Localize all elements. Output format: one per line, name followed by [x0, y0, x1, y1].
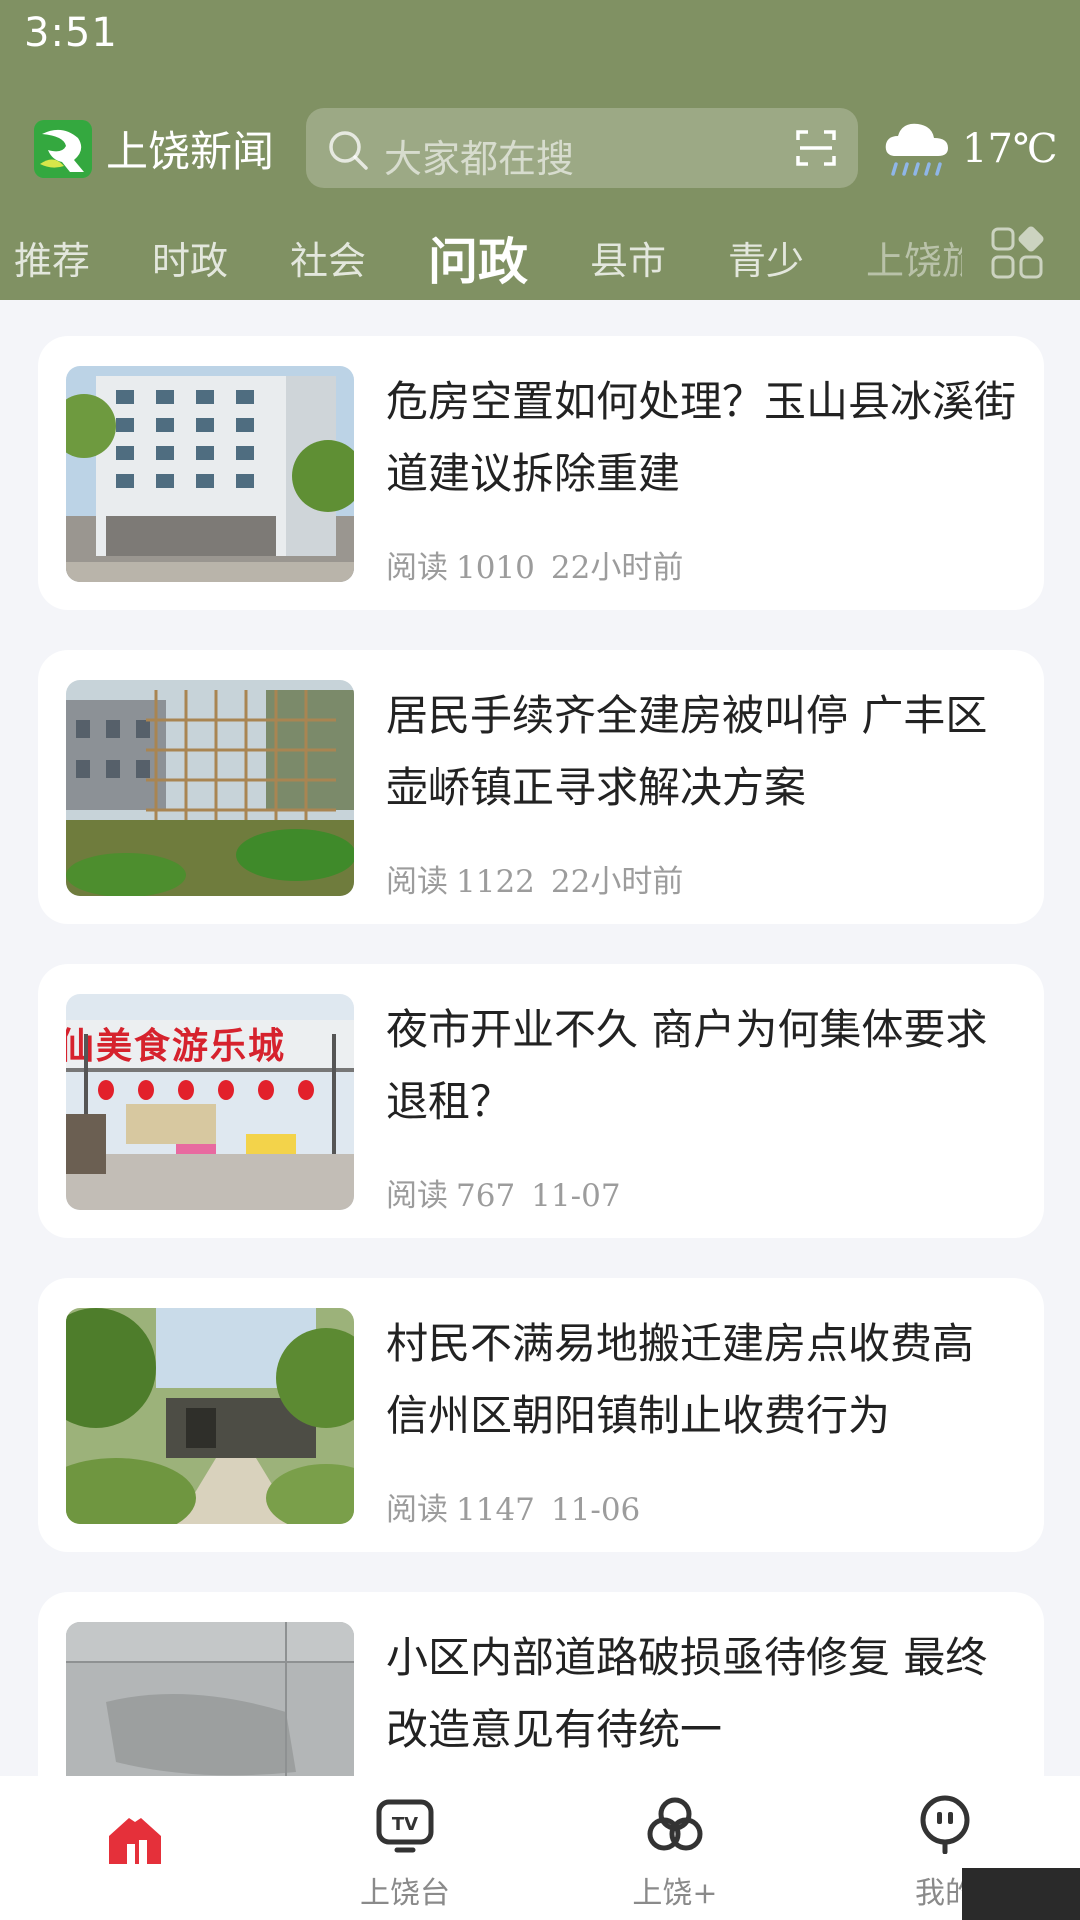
tab-recommend[interactable]: 推荐: [14, 230, 90, 285]
damaged-road-photo: [66, 1622, 354, 1780]
article-card[interactable]: 危房空置如何处理？玉山县冰溪街道建议拆除重建 阅读 1010 22小时前: [38, 336, 1044, 610]
read-label: 阅读: [386, 1178, 448, 1214]
profile-icon: [920, 1795, 970, 1854]
temperature: 17℃: [962, 126, 1058, 172]
app-name: 上饶新闻: [106, 127, 275, 176]
article-meta: 阅读 1122 22小时前: [386, 856, 683, 901]
nav-home[interactable]: [0, 1776, 270, 1920]
tab-youth[interactable]: 青少: [728, 230, 804, 285]
tab-society[interactable]: 社会: [290, 230, 366, 285]
nav-shangrao-plus-label: 上饶+: [632, 1876, 718, 1911]
article-card[interactable]: 仙美食游乐城 夜市开业不久 商户为何集体要求退租？ 阅读 767 11-07: [38, 964, 1044, 1238]
svg-text:TV: TV: [392, 1814, 418, 1835]
read-label: 阅读: [386, 550, 448, 586]
tab-wenzheng[interactable]: 问政: [428, 222, 528, 294]
channel-grid-icon[interactable]: [990, 226, 1046, 282]
app-logo[interactable]: 上饶新闻: [34, 118, 274, 179]
article-meta: 阅读 1147 11-06: [386, 1484, 640, 1529]
read-label: 阅读: [386, 864, 448, 900]
publish-time: 22小时前: [550, 864, 684, 900]
search-box[interactable]: 大家都在搜: [306, 108, 858, 188]
nav-shangrao-tv[interactable]: TV 上饶台: [270, 1776, 540, 1920]
tv-icon: TV: [376, 1799, 434, 1853]
overgrown-path-photo: [66, 1308, 354, 1524]
app-root: 3:51 上饶新闻 大家都在搜 17℃ 推荐 时政 社会 问政 县市 青少 上饶…: [0, 0, 1080, 1920]
app-logo-icon: [34, 119, 92, 178]
read-label: 阅读: [386, 1492, 448, 1528]
channel-tabs: 推荐 时政 社会 问政 县市 青少 上饶旅: [0, 222, 1080, 292]
status-time: 3:51: [24, 10, 118, 56]
article-card[interactable]: 村民不满易地搬迁建房点收费高 信州区朝阳镇制止收费行为 阅读 1147 11-06: [38, 1278, 1044, 1552]
scaffold-photo: [66, 680, 354, 896]
article-title: 小区内部道路破损亟待修复 最终改造意见有待统一: [386, 1633, 988, 1754]
nav-shangrao-plus[interactable]: 上饶+: [540, 1776, 810, 1920]
read-count: 1122: [456, 864, 535, 900]
home-icon: [109, 1818, 161, 1864]
publish-time: 22小时前: [550, 550, 684, 586]
article-list: 危房空置如何处理？玉山县冰溪街道建议拆除重建 阅读 1010 22小时前 居民手…: [0, 300, 1080, 1780]
publish-time: 11-07: [531, 1178, 621, 1214]
article-title: 危房空置如何处理？玉山县冰溪街道建议拆除重建: [386, 377, 1017, 498]
article-card[interactable]: 小区内部道路破损亟待修复 最终改造意见有待统一: [38, 1592, 1044, 1780]
bottom-nav: TV 上饶台 上饶+ 我的: [0, 1776, 1080, 1920]
scan-icon[interactable]: [794, 126, 838, 170]
article-meta: 阅读 767 11-07: [386, 1170, 621, 1215]
tab-shangrao-travel[interactable]: 上饶旅: [866, 230, 962, 285]
rain-cloud-icon[interactable]: [880, 116, 952, 182]
read-count: 1147: [456, 1492, 535, 1528]
article-card[interactable]: 居民手续齐全建房被叫停 广丰区壶峤镇正寻求解决方案 阅读 1122 22小时前: [38, 650, 1044, 924]
tab-politics[interactable]: 时政: [152, 230, 228, 285]
article-meta: 阅读 1010 22小时前: [386, 542, 683, 587]
building-photo: [66, 366, 354, 582]
search-icon: [329, 131, 368, 170]
read-count: 1010: [456, 550, 535, 586]
nav-shangrao-tv-label: 上饶台: [360, 1876, 450, 1911]
market-sign-text: 仙美食游乐城: [66, 1025, 286, 1067]
article-title: 夜市开业不久 商户为何集体要求退租？: [386, 1005, 988, 1126]
top-header: 3:51 上饶新闻 大家都在搜 17℃ 推荐 时政 社会 问政 县市 青少 上饶…: [0, 0, 1080, 300]
search-placeholder: 大家都在搜: [384, 137, 575, 181]
circles-icon: [647, 1797, 703, 1851]
night-market-photo: 仙美食游乐城: [66, 994, 354, 1210]
article-title: 村民不满易地搬迁建房点收费高 信州区朝阳镇制止收费行为: [386, 1319, 975, 1440]
publish-time: 11-06: [550, 1492, 641, 1528]
tab-county[interactable]: 县市: [590, 230, 666, 285]
article-title: 居民手续齐全建房被叫停 广丰区壶峤镇正寻求解决方案: [386, 691, 988, 812]
read-count: 767: [456, 1178, 516, 1214]
corner-overlay: [962, 1868, 1080, 1920]
